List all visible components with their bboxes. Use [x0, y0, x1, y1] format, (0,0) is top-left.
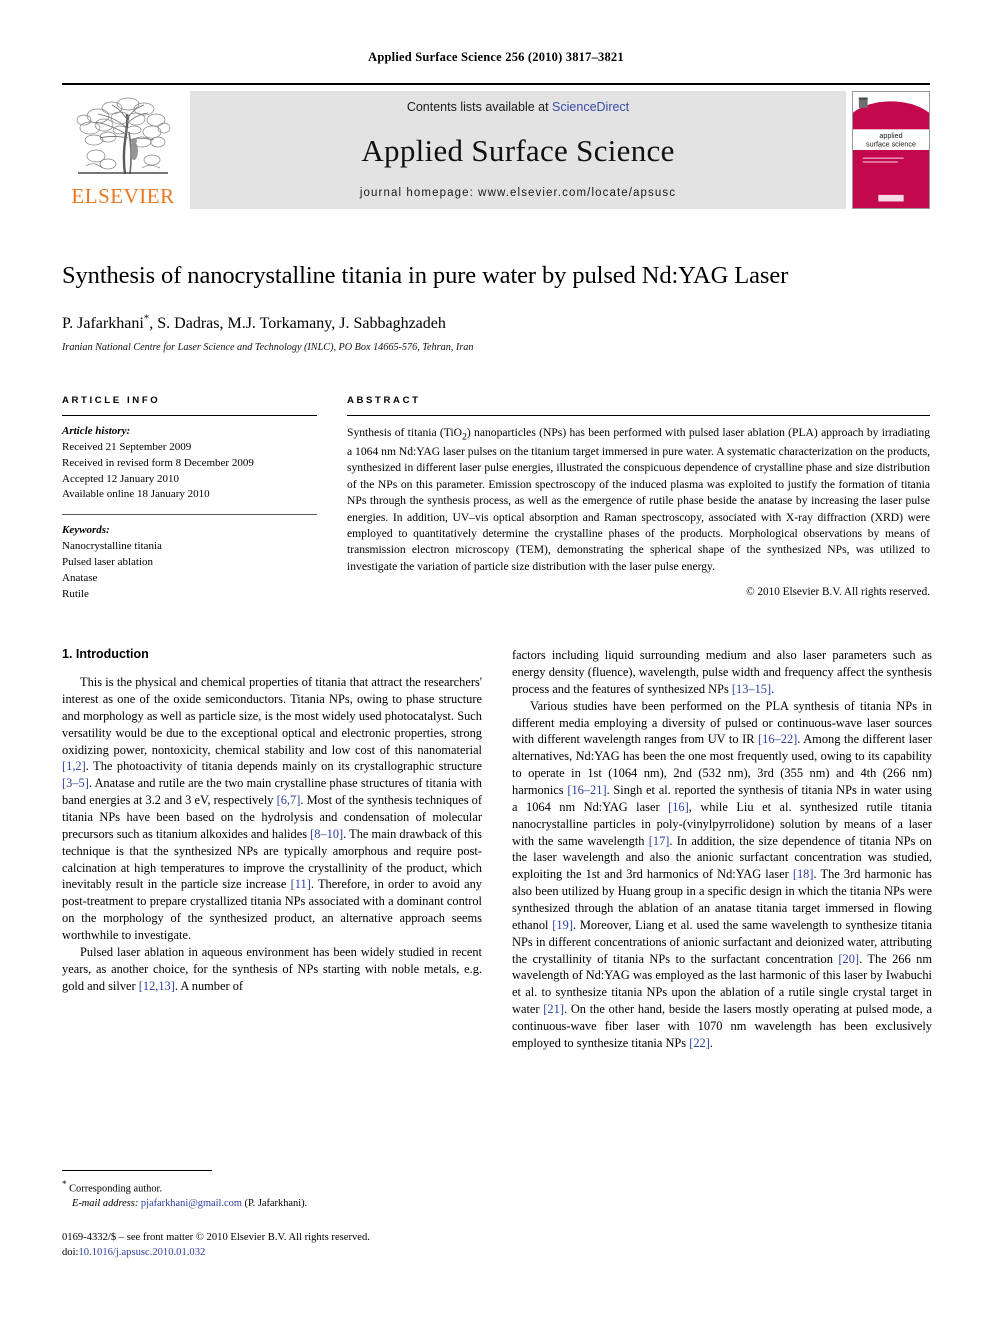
authors-text: P. Jafarkhani*, S. Dadras, M.J. Torkaman… — [62, 312, 446, 332]
citation-ref[interactable]: [20] — [838, 952, 859, 966]
citation-ref[interactable]: [19] — [552, 918, 573, 932]
paragraph: Pulsed laser ablation in aqueous environ… — [62, 944, 482, 993]
keyword-item: Pulsed laser ablation — [62, 556, 154, 569]
svg-text:applied: applied — [879, 133, 902, 140]
abstract-text: Synthesis of titania (TiO2) nanoparticle… — [347, 425, 930, 573]
corresponding-author-marker: * — [143, 312, 150, 325]
body-column-right: factors including liquid surrounding med… — [512, 647, 932, 1207]
footnote-rule — [62, 1170, 212, 1172]
elsevier-tree-icon — [68, 94, 178, 186]
history-item: Available online 18 January 2010 — [62, 488, 210, 501]
section-1-title: 1. Introduction — [62, 647, 149, 662]
asterisk-icon: * — [62, 1179, 67, 1190]
citation-ref[interactable]: [8–10] — [310, 827, 343, 841]
abstract-column: ABSTRACT Synthesis of titania (TiO2) nan… — [317, 395, 930, 603]
contents-prefix-text: Contents lists available at — [406, 100, 553, 114]
paragraph: This is the physical and chemical proper… — [62, 675, 482, 942]
svg-text:surface science: surface science — [866, 141, 916, 148]
doi-line: doi:10.1016/j.apsusc.2010.01.032 — [62, 1246, 482, 1261]
footnote-area: * Corresponding author. E-mail address: … — [62, 1170, 482, 1261]
article-history-block: Article history: Received 21 September 2… — [62, 416, 317, 504]
email-label: E-mail address: — [72, 1197, 139, 1209]
journal-homepage-link[interactable]: journal homepage: www.elsevier.com/locat… — [360, 187, 676, 199]
citation-ref[interactable]: [12,13] — [139, 979, 175, 993]
email-link[interactable]: pjafarkhani@gmail.com — [141, 1198, 242, 1209]
citation-ref[interactable]: [3–5] — [62, 776, 89, 790]
citation-ref[interactable]: [6,7] — [277, 793, 301, 807]
abstract-heading: ABSTRACT — [347, 394, 421, 406]
elsevier-wordmark: ELSEVIER — [71, 184, 175, 208]
abstract-copyright: © 2010 Elsevier B.V. All rights reserved… — [746, 586, 930, 599]
email-owner: (P. Jafarkhani). — [244, 1197, 308, 1209]
journal-cover-thumbnail: applied surface science — [852, 91, 930, 209]
doi-prefix: doi: — [62, 1247, 79, 1259]
article-history-label: Article history: — [62, 424, 131, 437]
email-note: E-mail address: pjafarkhani@gmail.com (P… — [62, 1197, 482, 1211]
running-head: Applied Surface Science 256 (2010) 3817–… — [368, 50, 624, 64]
info-abstract-row: ARTICLE INFO Article history: Received 2… — [62, 395, 930, 603]
article-title: Synthesis of nanocrystalline titania in … — [62, 262, 789, 289]
history-item: Received 21 September 2009 — [62, 440, 192, 453]
sciencedirect-link[interactable]: ScienceDirect — [552, 100, 629, 114]
citation-ref[interactable]: [17] — [649, 834, 670, 848]
keywords-label: Keywords: — [62, 524, 110, 537]
history-item: Received in revised form 8 December 2009 — [62, 456, 254, 469]
citation-ref[interactable]: [16–22] — [758, 732, 797, 746]
citation-ref[interactable]: [13–15] — [732, 682, 771, 696]
citation-ref[interactable]: [11] — [291, 877, 311, 891]
citation-ref[interactable]: [1,2] — [62, 759, 86, 773]
affiliation: Iranian National Centre for Laser Scienc… — [62, 341, 474, 353]
keyword-item: Nanocrystalline titania — [62, 540, 162, 553]
article-first-page: Applied Surface Science 256 (2010) 3817–… — [0, 0, 992, 1323]
paragraph: Various studies have been performed on t… — [512, 698, 932, 1050]
article-info-heading: ARTICLE INFO — [62, 394, 161, 406]
corresponding-author-text: Corresponding author. — [69, 1183, 163, 1195]
citation-ref[interactable]: [21] — [543, 1002, 564, 1016]
elsevier-logo: ELSEVIER — [62, 91, 184, 209]
journal-masthead: ELSEVIER Contents lists available at Sci… — [62, 83, 930, 209]
author-list: P. Jafarkhani*, S. Dadras, M.J. Torkaman… — [62, 312, 930, 332]
keyword-item: Anatase — [62, 572, 98, 585]
footer-block: 0169-4332/$ – see front matter © 2010 El… — [62, 1231, 482, 1261]
citation-ref[interactable]: [18] — [793, 867, 814, 881]
issn-line: 0169-4332/$ – see front matter © 2010 El… — [62, 1232, 370, 1244]
article-info-column: ARTICLE INFO Article history: Received 2… — [62, 395, 317, 603]
corresponding-author-note: * Corresponding author. — [62, 1178, 482, 1197]
keyword-item: Rutile — [62, 588, 89, 601]
body-columns: 1. Introduction This is the physical and… — [62, 647, 932, 1207]
body-column-left: 1. Introduction This is the physical and… — [62, 647, 482, 1207]
citation-ref[interactable]: [22] — [689, 1036, 710, 1050]
contents-list-line: Contents lists available at ScienceDirec… — [407, 100, 629, 114]
citation-ref[interactable]: [16] — [668, 800, 689, 814]
keywords-block: Keywords: Nanocrystalline titania Pulsed… — [62, 515, 317, 603]
journal-banner: Contents lists available at ScienceDirec… — [190, 91, 846, 209]
title-block: Synthesis of nanocrystalline titania in … — [62, 261, 930, 353]
citation-ref[interactable]: [16–21] — [567, 783, 606, 797]
journal-title: Applied Surface Science — [361, 132, 675, 168]
history-item: Accepted 12 January 2010 — [62, 472, 179, 485]
doi-link[interactable]: 10.1016/j.apsusc.2010.01.032 — [78, 1247, 205, 1258]
paragraph: factors including liquid surrounding med… — [512, 648, 932, 696]
